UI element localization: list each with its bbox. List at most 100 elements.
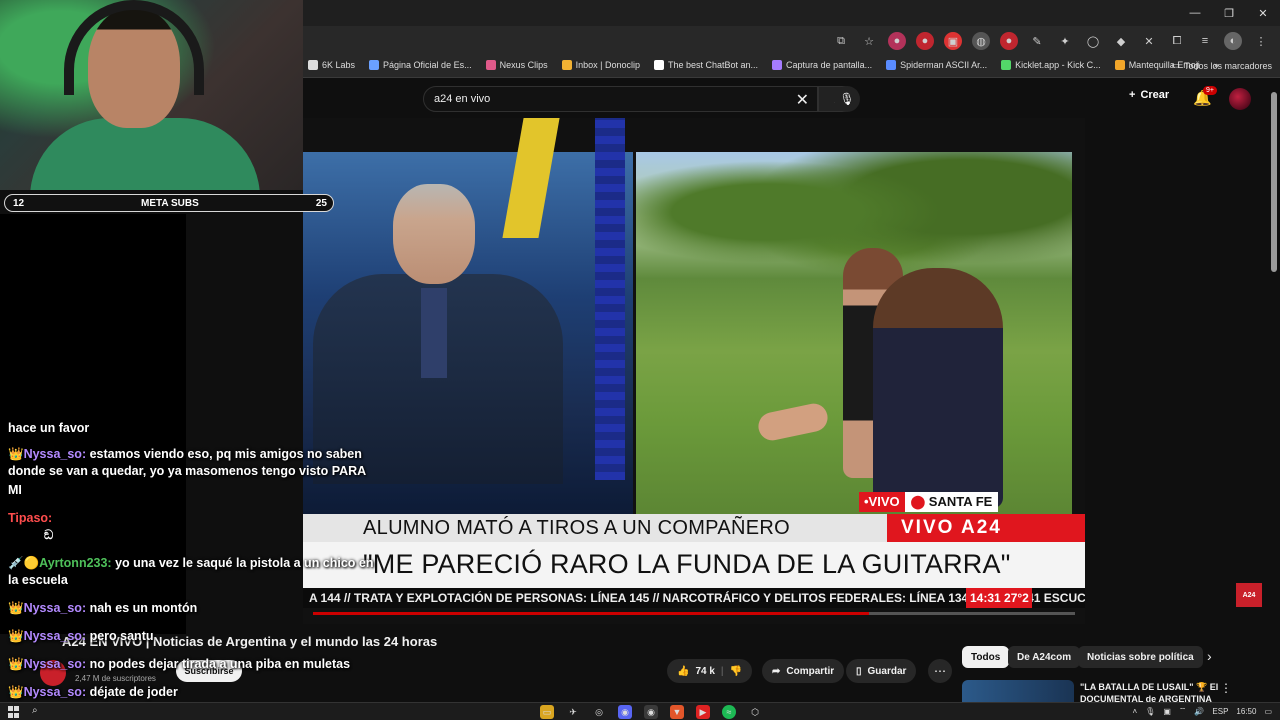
app-icon[interactable]: ⬡ [748, 705, 762, 719]
filter-chip[interactable]: Noticias sobre política [1078, 646, 1203, 668]
bookmark-item[interactable]: The best ChatBot an... [653, 60, 759, 70]
live-location-tag: •VIVO ⬤ SANTA FE [859, 492, 999, 512]
maximize-icon[interactable]: ❐ [1212, 0, 1246, 26]
chevron-up-icon[interactable]: ˄ [1133, 707, 1138, 716]
more-actions-button[interactable]: ⋯ [928, 659, 952, 683]
bookmark-label: The best ChatBot an... [667, 60, 759, 70]
star-icon[interactable]: ☆ [860, 32, 878, 50]
puzzle-icon[interactable]: ⧠ [1168, 32, 1186, 50]
bookmark-favicon-icon [1001, 60, 1012, 70]
youtube-music-icon[interactable]: ▶ [696, 705, 710, 719]
bookmarks-list: 6K Labs Página Oficial de Es... Nexus Clip… [308, 60, 1219, 70]
chat-message: donde se van a quedar, yo ya masomenos t… [8, 463, 366, 480]
chat-text: la escuela [8, 573, 68, 587]
clear-search-icon[interactable]: ✕ [796, 90, 809, 110]
media-icon[interactable]: ≡ [1196, 32, 1214, 50]
live-tag: •VIVO [859, 492, 905, 512]
bookmark-item[interactable]: Inbox | Donoclip [561, 60, 640, 70]
app-icon[interactable]: ◎ [592, 705, 606, 719]
chat-text: déjate de joder [89, 685, 178, 699]
extension-icon[interactable]: ◆ [1112, 32, 1130, 50]
language-label[interactable]: ESP [1212, 707, 1228, 716]
chat-username: 👑Nyssa_so: [8, 685, 87, 699]
save-button[interactable]: ▯ Guardar [846, 659, 917, 683]
extension-icon[interactable]: ◯ [1084, 32, 1102, 50]
bookmark-favicon-icon [653, 60, 664, 70]
create-label: Crear [1140, 89, 1170, 101]
divider: | [720, 665, 724, 677]
app-icon[interactable]: ✈ [566, 705, 580, 719]
chat-text: ඞ [44, 528, 54, 542]
clock[interactable]: 16:50 [1236, 707, 1256, 716]
profile-icon[interactable]: ◐ [1224, 32, 1242, 50]
notifications-icon[interactable]: ▭ [1264, 707, 1272, 716]
menu-icon[interactable]: ⋮ [1252, 32, 1270, 50]
filter-chip[interactable]: Todos [962, 646, 1010, 668]
all-bookmarks[interactable]: ▭ Todos los marcadores [1171, 60, 1272, 71]
voice-search-button[interactable]: 🎙 [834, 86, 860, 112]
chat-username: 👑Nyssa_so: [8, 601, 87, 615]
extension-icon[interactable]: ● [916, 32, 934, 50]
account-avatar[interactable] [1229, 88, 1251, 110]
cast-icon[interactable]: ⧉ [832, 32, 850, 50]
chat-text: hace un favor [8, 421, 90, 435]
ticker-time-temp: 14:31 27°2 [966, 588, 1032, 608]
bookmark-item[interactable]: Nexus Clips [485, 60, 548, 70]
chevron-right-icon[interactable]: › [1207, 648, 1212, 664]
spotify-icon[interactable]: ≈ [722, 705, 736, 719]
chat-text: estamos viendo eso, pq mis amigos no sab… [89, 447, 362, 461]
bookmark-item[interactable]: Página Oficial de Es... [369, 60, 472, 70]
bookmark-item[interactable]: Spiderman ASCII Ar... [886, 60, 987, 70]
sub-goal-current: 12 [13, 198, 25, 209]
chat-username: 👑Nyssa_so: [8, 629, 87, 643]
taskbar: ⌕ ▭ ✈ ◎ ◉ ◉ ▼ ▶ ≈ ⬡ ˄ 🎙 ▣ ⌔ 🔊 ESP 16:50 … [0, 702, 1280, 720]
mic-tray-icon[interactable]: 🎙 [1145, 707, 1155, 716]
bookmark-item[interactable]: 6K Labs [308, 60, 355, 70]
recommended-more-icon[interactable]: ⋮ [1220, 681, 1232, 695]
search-input[interactable]: a24 en vivo ✕ [423, 86, 818, 112]
video-progress-bar[interactable] [313, 612, 1075, 615]
extension-icon[interactable]: ▣ [944, 32, 962, 50]
chat-text: MI [8, 483, 22, 497]
reporter-figure [873, 268, 1003, 508]
all-bookmarks-label: Todos los marcadores [1183, 60, 1272, 71]
search-input-value: a24 en vivo [434, 93, 491, 105]
mic-icon: 🎙 [839, 92, 855, 106]
extension-icon[interactable]: ◍ [972, 32, 990, 50]
minimize-icon[interactable]: — [1178, 0, 1212, 26]
share-button[interactable]: ➦ Compartir [762, 659, 845, 683]
system-tray: ˄ 🎙 ▣ ⌔ 🔊 ESP 16:50 ▭ [1133, 706, 1273, 716]
close-window-icon[interactable]: ✕ [1246, 0, 1280, 26]
chrome-icon[interactable]: ◉ [644, 705, 658, 719]
bookmark-item[interactable]: Kicklet.app - Kick C... [1001, 60, 1101, 70]
extension-icon[interactable]: ✎ [1028, 32, 1046, 50]
tray-icon[interactable]: ▣ [1163, 707, 1171, 716]
extension-icon[interactable]: ● [888, 32, 906, 50]
brave-icon[interactable]: ▼ [670, 705, 684, 719]
filter-chip[interactable]: De A24com [1008, 646, 1081, 668]
bookmark-item[interactable]: Captura de pantalla... [772, 60, 872, 70]
page-scrollbar[interactable] [1271, 92, 1277, 272]
like-button[interactable]: 👍 74 k | 👎 [667, 659, 753, 683]
volume-icon[interactable]: 🔊 [1194, 707, 1204, 716]
create-button[interactable]: + Crear [1129, 89, 1169, 101]
extension-icon[interactable]: ✦ [1056, 32, 1074, 50]
windows-start-icon[interactable] [8, 706, 20, 718]
folder-icon: ▭ [1171, 60, 1180, 70]
bookmark-favicon-icon [561, 60, 572, 70]
chat-message: ඞ [8, 527, 53, 544]
save-label: Guardar [867, 665, 907, 677]
discord-icon[interactable]: ◉ [618, 705, 632, 719]
chat-message: 👑Nyssa_so: no podes dejar tirada a una p… [8, 656, 350, 673]
video-player[interactable]: •VIVO ⬤ SANTA FE ALUMNO MATÓ A TIROS A U… [303, 118, 1085, 624]
side-channel-thumb[interactable]: A24 [1236, 583, 1262, 607]
wifi-icon[interactable]: ⌔ [1179, 706, 1187, 716]
anchor-shirt [421, 288, 447, 378]
file-explorer-icon[interactable]: ▭ [540, 705, 554, 719]
more-icon: ⋯ [934, 664, 946, 678]
extension-icon[interactable]: ● [1000, 32, 1018, 50]
search-taskbar-icon[interactable]: ⌕ [32, 705, 38, 716]
thumbs-down-icon[interactable]: 👎 [730, 666, 742, 677]
extension-icon[interactable]: ✕ [1140, 32, 1158, 50]
notification-badge: 9+ [1203, 86, 1217, 95]
